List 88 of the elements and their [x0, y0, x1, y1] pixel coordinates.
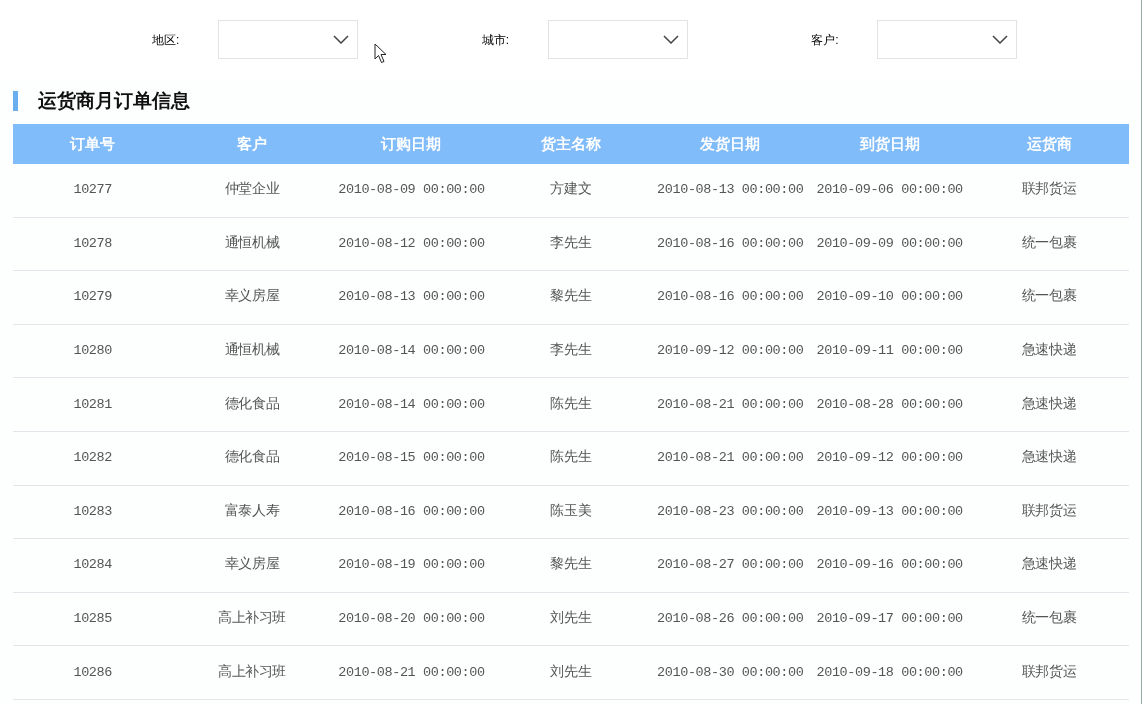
column-header: 订购日期 — [379, 133, 443, 154]
dropdown-field[interactable] — [218, 20, 358, 59]
table-cell-text: 2010-08-21 00:00:00 — [656, 395, 805, 414]
table-cell-text: 德化食品 — [223, 448, 281, 468]
table-cell-text: 黎先生 — [549, 555, 593, 575]
table-cell-text: 2010-08-15 00:00:00 — [337, 449, 486, 468]
table-cell-text: 仲堂企业 — [223, 180, 281, 200]
table-cell-text: 方建文 — [549, 180, 593, 200]
table-cell-text: 急速快递 — [1020, 555, 1078, 575]
table-cell-text: 10282 — [72, 449, 113, 468]
table-cell-text: 2010-08-19 00:00:00 — [337, 556, 486, 575]
table-cell-text: 10284 — [72, 556, 113, 575]
dropdown-field[interactable] — [877, 20, 1018, 59]
table-cell-text: 黎先生 — [549, 287, 593, 307]
table-cell-text: 10285 — [72, 609, 113, 628]
mouse-pointer-icon — [374, 43, 388, 64]
table-cell-text: 通恒机械 — [223, 234, 281, 253]
section-title: 运货商月订单信息 — [13, 91, 1141, 111]
table-cell-text: 2010-08-12 00:00:00 — [337, 234, 486, 253]
table-cell-text: 2010-08-09 00:00:00 — [337, 181, 486, 200]
chevron-down-icon — [662, 35, 679, 44]
table-cell-text: 急速快递 — [1020, 448, 1078, 468]
table-cell-text: 刘先生 — [549, 609, 593, 628]
column-header: 订单号 — [68, 133, 117, 154]
table-cell-text: 2010-09-09 00:00:00 — [815, 234, 964, 253]
table-cell-text: 2010-09-13 00:00:00 — [815, 502, 964, 521]
filter-label: 城市: — [481, 31, 510, 49]
table-cell-text: 2010-08-13 00:00:00 — [656, 181, 805, 200]
chevron-down-icon — [992, 35, 1009, 44]
table-cell-text: 李先生 — [549, 341, 593, 360]
table-cell-text: 2010-09-11 00:00:00 — [815, 341, 964, 360]
table-cell-text: 2010-08-21 00:00:00 — [337, 663, 486, 682]
table-cell-text: 急速快递 — [1020, 341, 1078, 360]
table-cell-text: 高上补习班 — [217, 663, 288, 682]
table-cell-text: 2010-08-21 00:00:00 — [656, 449, 805, 468]
table-cell-text: 10286 — [72, 663, 113, 682]
table-cell-text: 2010-09-17 00:00:00 — [815, 609, 964, 628]
table-cell-text: 统一包裹 — [1020, 609, 1078, 628]
table-cell-text: 急速快递 — [1020, 395, 1078, 414]
table-cell-text: 2010-08-14 00:00:00 — [337, 395, 486, 414]
chevron-down-icon — [333, 35, 349, 44]
table-cell-text: 德化食品 — [223, 395, 281, 414]
table-cell-text: 2010-09-10 00:00:00 — [815, 288, 964, 307]
table-cell-text: 李先生 — [549, 234, 593, 253]
table-cell-text: 联邦货运 — [1020, 180, 1078, 200]
table-cell-text: 2010-08-28 00:00:00 — [815, 395, 964, 414]
table-cell-text: 联邦货运 — [1020, 502, 1078, 521]
table-cell-text: 2010-08-27 00:00:00 — [656, 556, 805, 575]
table-cell-text: 2010-08-16 00:00:00 — [337, 502, 486, 521]
table-cell-text: 统一包裹 — [1020, 234, 1078, 253]
table-cell-text: 通恒机械 — [223, 341, 281, 360]
column-header: 客户 — [236, 133, 269, 154]
table-cell-text: 陈先生 — [549, 448, 593, 468]
table-cell-text: 2010-09-06 00:00:00 — [815, 181, 964, 200]
table-cell-text: 2010-08-16 00:00:00 — [656, 234, 805, 253]
table-cell-text: 10279 — [72, 288, 113, 307]
table-cell-text: 2010-09-18 00:00:00 — [815, 663, 964, 682]
table-cell-text: 10278 — [72, 234, 113, 253]
table-cell-text: 2010-08-30 00:00:00 — [656, 663, 805, 682]
column-header: 发货日期 — [699, 133, 762, 154]
column-header: 到货日期 — [858, 133, 921, 154]
table-cell-text: 2010-08-23 00:00:00 — [656, 502, 805, 521]
table-cell-text: 10280 — [72, 341, 113, 360]
column-header: 货主名称 — [539, 133, 602, 154]
table-cell-text: 刘先生 — [549, 663, 593, 682]
dropdown-field[interactable] — [547, 20, 688, 59]
table-cell-text: 幸义房屋 — [223, 555, 281, 575]
table-cell-text: 2010-09-12 00:00:00 — [656, 341, 805, 360]
table-cell-text: 富泰人寿 — [223, 502, 281, 521]
table-cell-text: 10281 — [72, 395, 113, 414]
column-header: 运货商 — [1025, 133, 1073, 154]
table-cell-text: 2010-08-14 00:00:00 — [337, 341, 486, 360]
table-cell-text: 2010-08-26 00:00:00 — [656, 609, 805, 628]
table-cell-text: 2010-08-13 00:00:00 — [337, 288, 486, 307]
table-cell-text: 幸义房屋 — [223, 287, 281, 307]
table-cell-text: 联邦货运 — [1020, 663, 1078, 682]
table-cell-text: 2010-08-16 00:00:00 — [656, 288, 805, 307]
filter-label: 客户: — [811, 31, 840, 49]
table-cell-text: 统一包裹 — [1020, 287, 1078, 307]
table-cell-text: 2010-09-12 00:00:00 — [815, 449, 964, 468]
table-cell-text: 陈先生 — [549, 395, 593, 414]
filter-label: 地区: — [152, 31, 181, 49]
table-cell-text: 高上补习班 — [217, 609, 288, 628]
table-cell-text: 10283 — [72, 502, 113, 521]
table-cell-text: 陈玉美 — [549, 502, 593, 521]
table-cell-text: 10277 — [72, 181, 113, 200]
table-cell-text: 2010-09-16 00:00:00 — [815, 556, 964, 575]
table-cell-text: 2010-08-20 00:00:00 — [337, 609, 486, 628]
